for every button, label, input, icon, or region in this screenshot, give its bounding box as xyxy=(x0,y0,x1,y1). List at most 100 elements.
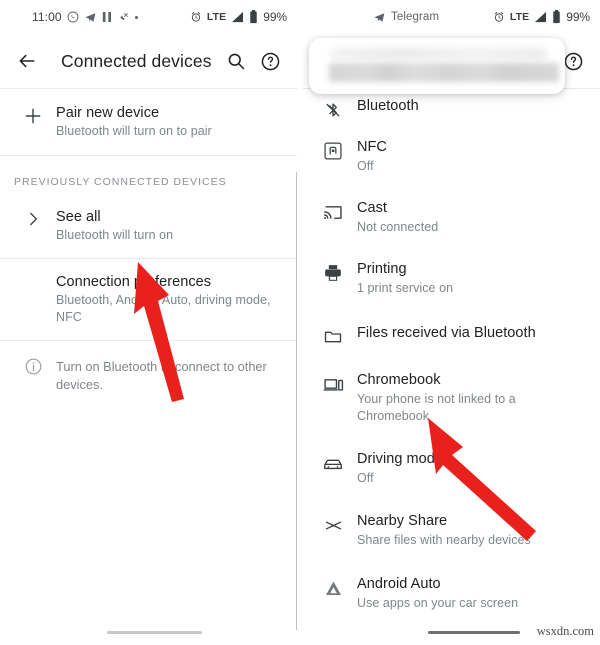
list-item-subtitle: Use apps on your car screen xyxy=(357,596,519,610)
battery-percent: 99% xyxy=(566,10,590,24)
list-item-subtitle: 1 print service on xyxy=(357,281,454,295)
section-header-previously-connected: PREVIOUSLY CONNECTED DEVICES xyxy=(14,176,227,188)
list-item-content: Files received via Bluetooth xyxy=(357,324,536,343)
more-dot-icon xyxy=(134,15,138,19)
back-arrow-icon[interactable] xyxy=(10,44,44,78)
watermark: wsxdn.com xyxy=(536,624,594,638)
list-item-nfc[interactable]: NFC Off xyxy=(303,126,600,186)
left-app-bar: Connected devices xyxy=(0,34,297,88)
list-item-subtitle: Bluetooth will turn on to pair xyxy=(56,124,212,138)
list-item-title: Android Auto xyxy=(357,576,441,592)
network-type-label: LTE xyxy=(509,11,530,23)
list-item-title: See all xyxy=(56,209,101,225)
list-item-content: Pair new device Bluetooth will turn on t… xyxy=(56,104,283,140)
page-title: Connected devices xyxy=(61,50,212,71)
list-item-content: Nearby Share Share files with nearby dev… xyxy=(357,512,531,549)
list-item-driving-mode[interactable]: Driving mode Off xyxy=(303,436,600,498)
list-item-chromebook[interactable]: Chromebook Your phone is not linked to a… xyxy=(303,361,600,436)
redaction-blur-upper xyxy=(331,48,546,60)
redaction-blur-band xyxy=(329,63,559,82)
list-item-subtitle: Not connected xyxy=(357,220,439,234)
alarm-icon xyxy=(493,11,505,23)
list-item-files-received[interactable]: Files received via Bluetooth xyxy=(303,308,600,361)
battery-full-icon xyxy=(249,10,258,24)
alarm-icon xyxy=(190,11,202,23)
nearby-share-icon xyxy=(309,512,357,536)
chevron-right-icon xyxy=(10,208,56,228)
redacted-title-card xyxy=(309,38,565,94)
empty-lead-slot xyxy=(10,273,56,275)
list-item-subtitle: Off xyxy=(357,471,374,485)
cast-icon xyxy=(309,199,357,223)
list-item-printing[interactable]: Printing 1 print service on xyxy=(303,247,600,308)
car-icon xyxy=(309,450,357,475)
right-status-bar: Telegram LTE 99% xyxy=(303,0,600,34)
info-circle-icon xyxy=(10,357,56,376)
list-item-content: Driving mode Off xyxy=(357,450,443,487)
list-item-title: NFC xyxy=(357,139,387,155)
home-gesture-handle[interactable] xyxy=(428,631,520,634)
nfc-icon xyxy=(309,138,357,161)
list-item-content: Printing 1 print service on xyxy=(357,260,453,297)
status-bar-left-group: 11:00 xyxy=(32,10,138,24)
printer-icon xyxy=(309,260,357,283)
battery-percent: 99% xyxy=(263,10,287,24)
pause-icon xyxy=(102,11,112,23)
left-phone-screenshot: 11:00 LTE 99% Connected devices Pair new… xyxy=(0,0,297,645)
list-item-nearby-share[interactable]: Nearby Share Share files with nearby dev… xyxy=(303,498,600,560)
bluetooth-hint-footnote: Turn on Bluetooth to connect to other de… xyxy=(0,341,297,410)
list-item-content: Connection preferences Bluetooth, Androi… xyxy=(56,273,283,326)
chromebook-icon xyxy=(309,371,357,395)
bluetooth-disabled-icon xyxy=(309,97,357,120)
right-phone-screenshot: Telegram LTE 99% Bluetooth NFC Off Cast … xyxy=(303,0,600,645)
help-circle-icon[interactable] xyxy=(253,44,287,78)
battery-full-icon xyxy=(552,10,561,24)
telegram-icon xyxy=(373,11,386,24)
missed-call-icon xyxy=(117,11,130,24)
telegram-icon xyxy=(84,11,97,24)
whatsapp-icon xyxy=(67,11,79,23)
list-item-android-auto[interactable]: Android Auto Use apps on your car screen xyxy=(303,560,600,623)
list-item-title: Chromebook xyxy=(357,372,441,388)
left-status-bar: 11:00 LTE 99% xyxy=(0,0,297,34)
list-item-subtitle: Your phone is not linked to a Chromebook xyxy=(357,392,516,423)
list-item-content: Chromebook Your phone is not linked to a… xyxy=(357,371,588,425)
footnote-text: Turn on Bluetooth to connect to other de… xyxy=(56,359,267,392)
list-item-subtitle: Bluetooth, Android Auto, driving mode, N… xyxy=(56,293,271,324)
list-item-title: Bluetooth xyxy=(357,98,419,114)
list-item-content: Bluetooth xyxy=(357,97,419,116)
list-item-title: Driving mode xyxy=(357,451,444,467)
signal-bars-icon xyxy=(231,11,244,23)
signal-bars-icon xyxy=(534,11,547,23)
list-item-content: Cast Not connected xyxy=(357,199,438,236)
search-icon[interactable] xyxy=(219,44,253,78)
list-item-content: Android Auto Use apps on your car screen xyxy=(357,575,518,612)
status-bar-right-group: LTE 99% xyxy=(190,10,287,24)
android-auto-icon xyxy=(309,575,357,599)
list-item-title: Files received via Bluetooth xyxy=(357,325,536,341)
list-item-title: Cast xyxy=(357,200,388,216)
list-item-subtitle: Bluetooth will turn on xyxy=(56,228,174,242)
status-bar-left-group: Telegram xyxy=(373,11,439,24)
list-item-content: NFC Off xyxy=(357,138,387,175)
plus-icon xyxy=(10,104,56,126)
list-item-title: Printing xyxy=(357,261,407,277)
status-app-name: Telegram xyxy=(391,11,440,23)
list-item-subtitle: Share files with nearby devices xyxy=(357,533,531,547)
list-item-subtitle: Off xyxy=(357,159,374,173)
list-item-see-all[interactable]: See all Bluetooth will turn on xyxy=(0,198,297,258)
list-item-cast[interactable]: Cast Not connected xyxy=(303,186,600,247)
folder-icon xyxy=(309,324,357,347)
network-type-label: LTE xyxy=(206,11,227,23)
home-gesture-handle[interactable] xyxy=(107,631,202,634)
status-bar-right-group: LTE 99% xyxy=(493,10,590,24)
list-item-connection-preferences[interactable]: Connection preferences Bluetooth, Androi… xyxy=(0,259,297,340)
status-time: 11:00 xyxy=(32,10,62,24)
list-item-title: Connection preferences xyxy=(56,274,212,290)
panel-separator xyxy=(297,0,303,645)
list-item-title: Pair new device xyxy=(56,105,160,121)
list-item-title: Nearby Share xyxy=(357,513,448,529)
list-item-pair-new-device[interactable]: Pair new device Bluetooth will turn on t… xyxy=(0,89,297,155)
list-item-bluetooth[interactable]: Bluetooth xyxy=(303,89,600,126)
list-item-content: See all Bluetooth will turn on xyxy=(56,208,283,244)
